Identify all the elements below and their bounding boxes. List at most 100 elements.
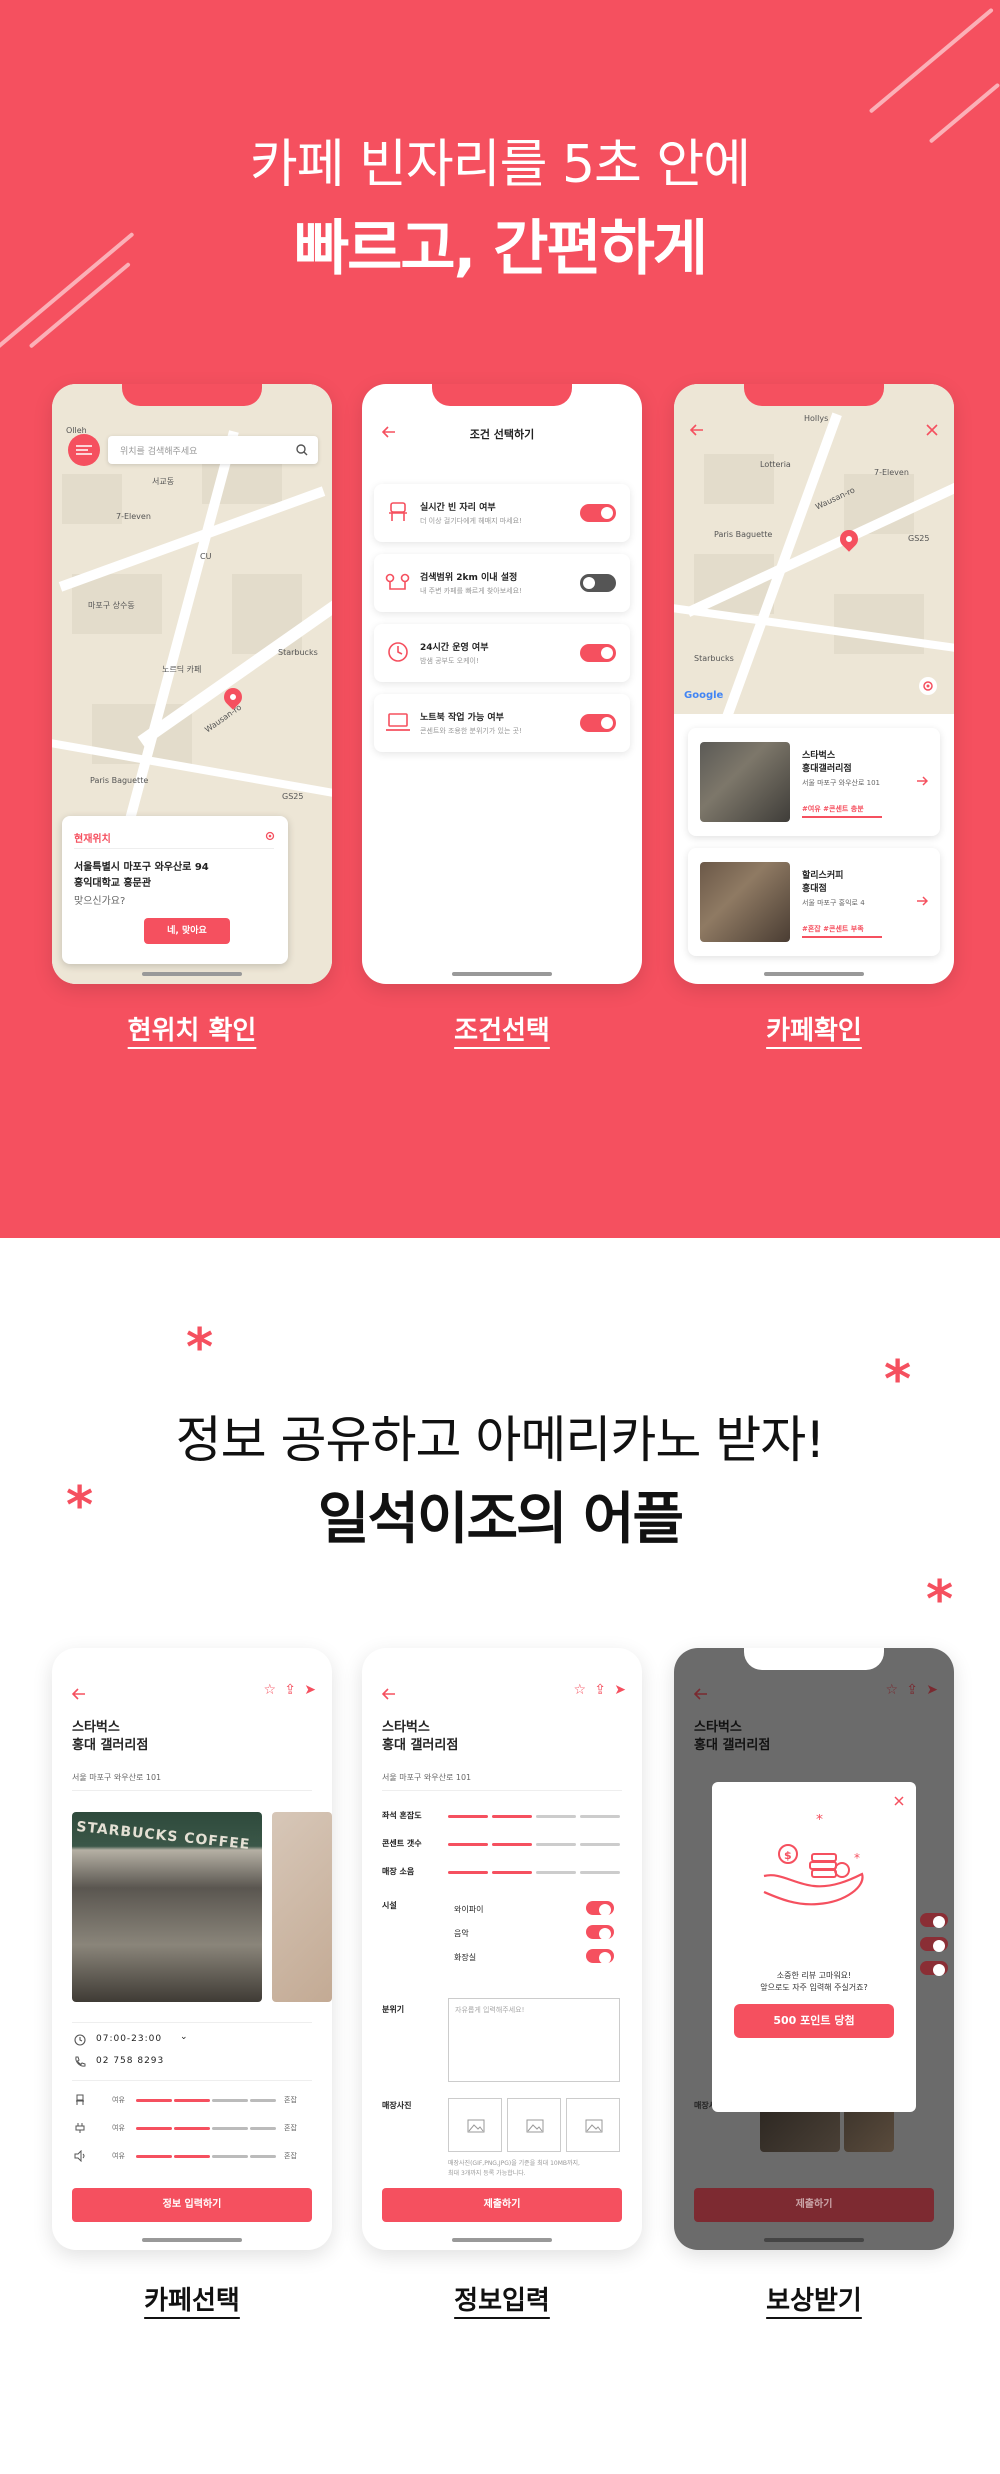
rating-row[interactable]: 콘센트 갯수 — [382, 1838, 622, 1852]
star-icon[interactable]: ☆ — [885, 1682, 898, 1698]
rating-label: 콘센트 갯수 — [382, 1839, 422, 1848]
home-indicator — [764, 2238, 864, 2242]
search-icon[interactable] — [296, 444, 308, 456]
caption-cafe-check: 카페확인 — [766, 1016, 862, 1046]
star-icon[interactable]: ☆ — [573, 1682, 586, 1698]
hero-headline: 카페 빈자리를 5초 안에 — [249, 135, 751, 195]
status-row: 여유 혼잡 — [72, 2120, 312, 2140]
map-label: Wausan-ro — [203, 702, 244, 735]
phone-notch — [432, 384, 572, 406]
toggle-realtime-seat[interactable] — [580, 504, 616, 522]
condition-desc: 더 이상 걸기다에게 헤매지 마세요! — [420, 517, 522, 525]
navigate-icon[interactable]: ➤ — [926, 1682, 938, 1698]
reward-button[interactable]: 500 포인트 당첨 — [734, 2004, 894, 2038]
toggle-dimmed — [920, 1937, 948, 1952]
toggle-laptop[interactable] — [580, 714, 616, 732]
close-icon[interactable] — [894, 1796, 904, 1806]
enter-info-button[interactable]: 정보 입력하기 — [72, 2188, 312, 2222]
cafe-photo-next[interactable] — [272, 1812, 332, 2002]
status-row: 여유 혼잡 — [72, 2092, 312, 2112]
menu-button[interactable] — [68, 434, 100, 466]
cafe-branch: 홍대점 — [802, 884, 827, 894]
map-label: GS25 — [282, 792, 304, 801]
search-bar[interactable]: 위치를 검색해주세요 — [108, 436, 318, 464]
caption-conditions: 조건선택 — [454, 1016, 550, 1046]
navigate-icon[interactable]: ➤ — [304, 1682, 316, 1698]
share-icon[interactable]: ⇪ — [594, 1682, 606, 1698]
arrow-right-icon[interactable] — [916, 776, 928, 786]
svg-text:*: * — [854, 1851, 860, 1865]
cafe-card[interactable]: 스타벅스 홍대갤러리점 서울 마포구 와우산로 101 #여유 #콘센트 충분 — [688, 728, 940, 836]
phone-cafe-list: Hollys Lotteria 7-Eleven Paris Baguette … — [674, 384, 954, 984]
close-icon[interactable] — [926, 424, 938, 436]
back-arrow-icon[interactable] — [72, 1688, 86, 1700]
cafe-card[interactable]: 할리스커피 홍대점 서울 마포구 홍익로 4 #혼잡 #콘센트 부족 — [688, 848, 940, 956]
phone-info-input: ☆ ⇪ ➤ 스타벅스 홍대 갤러리점 서울 마포구 와우산로 101 좌석 혼잡… — [362, 1648, 642, 2250]
cafe-name: 할리스커피 — [802, 871, 844, 881]
menu-icon — [76, 445, 92, 455]
map-label: Starbucks — [278, 648, 318, 657]
star-icon[interactable]: ☆ — [263, 1682, 276, 1698]
map-label: 7-Eleven — [116, 512, 151, 521]
share-icon[interactable]: ⇪ — [284, 1682, 296, 1698]
status-label: 여유 — [112, 2152, 125, 2160]
mood-textarea[interactable]: 자유롭게 입력해주세요! — [448, 1998, 620, 2082]
page-title: 조건 선택하기 — [469, 428, 535, 441]
back-arrow-icon[interactable] — [694, 1688, 708, 1700]
confirm-button[interactable]: 네, 맞아요 — [144, 918, 230, 944]
status-value: 혼잡 — [284, 2124, 297, 2132]
rating-row[interactable]: 좌석 혼잡도 — [382, 1810, 622, 1824]
condition-card: 실시간 빈 자리 여부 더 이상 걸기다에게 헤매지 마세요! — [374, 484, 630, 542]
rating-bar[interactable] — [448, 1871, 622, 1875]
toggle-wifi[interactable] — [586, 1901, 614, 1916]
home-indicator — [142, 2238, 242, 2242]
map-view[interactable]: Hollys Lotteria 7-Eleven Paris Baguette … — [674, 384, 954, 736]
home-indicator — [142, 972, 242, 976]
phone-notch — [432, 1648, 572, 1670]
map-label: 마포구 상수동 — [88, 601, 135, 610]
search-input[interactable]: 위치를 검색해주세요 — [120, 444, 197, 457]
gps-icon[interactable] — [264, 830, 276, 842]
arrow-right-icon[interactable] — [916, 896, 928, 906]
map-label: Starbucks — [694, 654, 734, 663]
photo-upload-slot[interactable] — [566, 2098, 620, 2152]
chair-icon — [76, 2094, 84, 2105]
chevron-down-icon[interactable]: ⌄ — [180, 2032, 188, 2042]
phone-text: 02 758 8293 — [96, 2056, 165, 2066]
chair-icon — [389, 502, 407, 521]
navigate-icon[interactable]: ➤ — [614, 1682, 626, 1698]
photo-label: 매장사진 — [382, 2101, 412, 2110]
gps-icon[interactable] — [918, 676, 938, 696]
photo-upload-slot[interactable] — [448, 2098, 502, 2152]
rating-label: 좌석 혼잡도 — [382, 1811, 422, 1820]
clock-icon — [74, 2034, 86, 2046]
phone-cafe-detail: ☆ ⇪ ➤ 스타벅스 홍대 갤러리점 서울 마포구 와우산로 101 STARB… — [52, 1648, 332, 2250]
cafe-name: 스타벅스 — [382, 1720, 430, 1735]
rating-row[interactable]: 매장 소음 — [382, 1866, 622, 1880]
photo-upload-slot[interactable] — [507, 2098, 561, 2152]
condition-card: 노트북 작업 가능 여부 콘센트와 조용한 분위기가 있는 곳! — [374, 694, 630, 752]
home-indicator — [452, 2238, 552, 2242]
toggle-24h[interactable] — [580, 644, 616, 662]
phone-notch — [744, 384, 884, 406]
cafe-branch: 홍대 갤러리점 — [382, 1738, 459, 1753]
rating-bar[interactable] — [448, 1815, 622, 1819]
home-indicator — [452, 972, 552, 976]
map-label: 7-Eleven — [874, 468, 909, 477]
cafe-photo — [700, 862, 790, 942]
deco-line — [868, 7, 994, 114]
toggle-restroom[interactable] — [586, 1949, 614, 1964]
submit-button[interactable]: 제출하기 — [382, 2188, 622, 2222]
rating-bar[interactable] — [448, 1843, 622, 1847]
back-arrow-icon[interactable] — [382, 1688, 396, 1700]
toggle-search-range[interactable] — [580, 574, 616, 592]
share-icon[interactable]: ⇪ — [906, 1682, 918, 1698]
cafe-photo — [700, 742, 790, 822]
back-arrow-icon[interactable] — [690, 424, 704, 436]
sound-icon — [74, 2150, 85, 2162]
mood-placeholder: 자유롭게 입력해주세요! — [455, 2006, 525, 2014]
section2-subheadline: 일석이조의 어플 — [317, 1487, 684, 1552]
cafe-address: 서울 마포구 와우산로 101 — [72, 1773, 162, 1782]
toggle-music[interactable] — [586, 1925, 614, 1940]
condition-desc: 콘센트와 조용한 분위기가 있는 곳! — [420, 727, 522, 735]
